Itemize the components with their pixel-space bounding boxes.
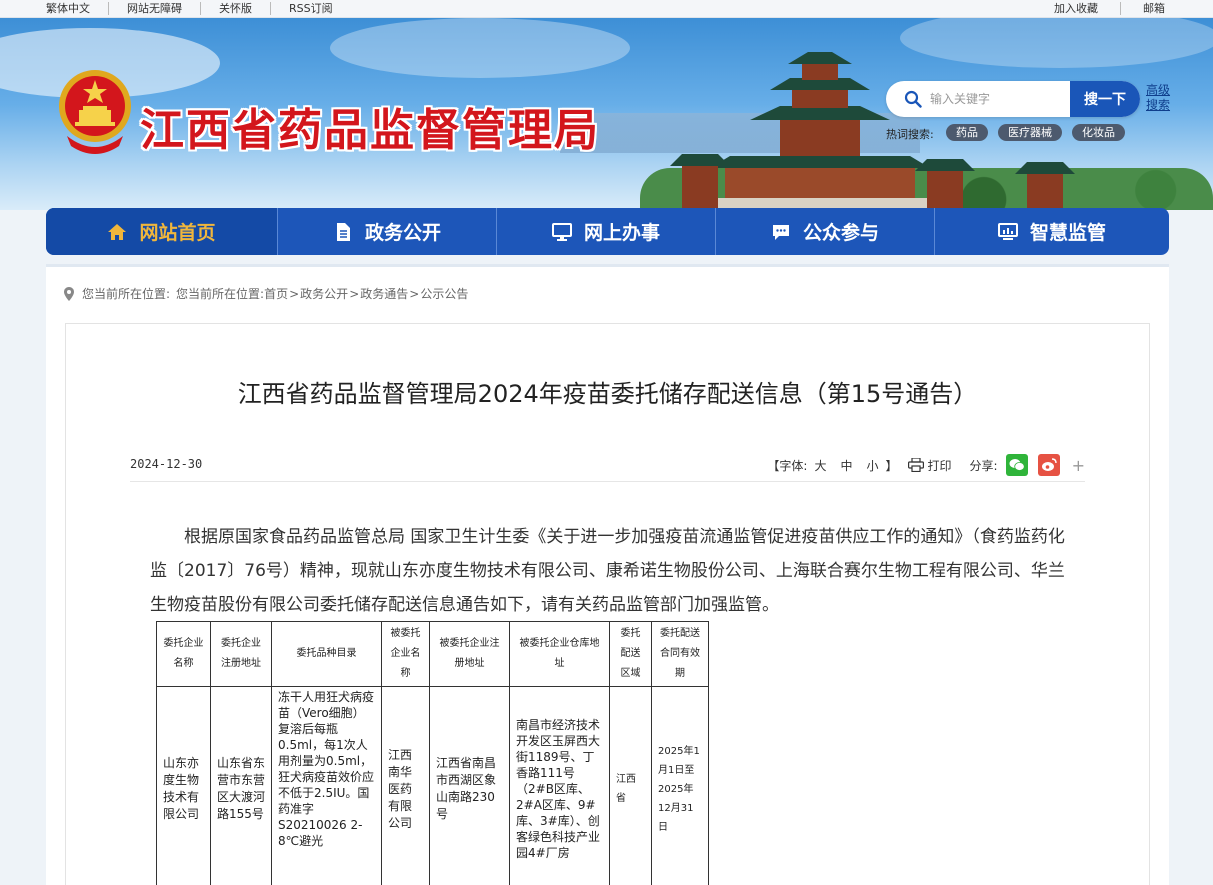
font-size-medium[interactable]: 中 bbox=[840, 457, 852, 474]
wechat-icon bbox=[1009, 459, 1025, 471]
content-area: 您当前所在位置: 您当前所在位置: 首页 > 政务公开 > 政务通告 > 公示公… bbox=[46, 264, 1169, 885]
article-title: 江西省药品监督管理局2024年疫苗委托储存配送信息（第15号通告） bbox=[237, 380, 978, 408]
nav-label: 政务公开 bbox=[364, 222, 441, 244]
top-utility-bar: 繁体中文 网站无障碍 关怀版 RSS订阅 加入收藏 邮箱 bbox=[0, 0, 1213, 18]
home-icon bbox=[108, 223, 127, 240]
nav-label: 网上办事 bbox=[583, 222, 660, 244]
search-button[interactable]: 搜一下 bbox=[1070, 81, 1140, 117]
nav-label: 智慧监管 bbox=[1029, 222, 1106, 244]
search-box: 搜一下 bbox=[886, 81, 1140, 117]
breadcrumb-notices[interactable]: 政务通告 bbox=[360, 285, 408, 302]
font-size-large[interactable]: 大 bbox=[814, 457, 826, 474]
share-label: 分享: bbox=[969, 458, 998, 473]
share-wechat-button[interactable] bbox=[1005, 454, 1028, 476]
font-size-small[interactable]: 小 bbox=[867, 457, 879, 474]
print-icon[interactable] bbox=[907, 458, 924, 472]
info-table: 委托企业名称 委托企业注册地址 委托品种目录 被委托企业名称 被委托企业注册地址… bbox=[156, 621, 709, 885]
table-row: 山东亦度生物技术有限公司 山东省东营市东营区大渡河路155号 冻干人用狂犬病疫苗… bbox=[156, 686, 709, 885]
location-pin-icon bbox=[64, 286, 74, 301]
breadcrumb-separator: > bbox=[289, 286, 300, 301]
table-cell: 江西南华医药有限公司 bbox=[381, 686, 430, 885]
more-share-button[interactable]: + bbox=[1072, 456, 1085, 475]
table-header-cell: 委托配送合同有效期 bbox=[651, 621, 709, 687]
header-banner: 江西省药品监督管理局 搜一下 高级搜索 热词搜索: 药品 医疗器械 化妆品 bbox=[0, 18, 1213, 210]
national-emblem-icon bbox=[59, 70, 131, 154]
breadcrumb-separator: > bbox=[409, 286, 420, 301]
hot-tag-drugs[interactable]: 药品 bbox=[946, 124, 988, 141]
nav-label: 网站首页 bbox=[139, 222, 216, 244]
search-icon bbox=[904, 90, 922, 108]
accessibility-link[interactable]: 网站无障碍 bbox=[127, 2, 201, 15]
print-button[interactable]: 打印 bbox=[928, 457, 952, 474]
breadcrumb-announcements[interactable]: 公示公告 bbox=[420, 285, 468, 302]
table-cell: 2025年1月1日至2025年12月31日 bbox=[651, 686, 709, 885]
breadcrumb-label: 您当前所在位置: bbox=[82, 287, 171, 301]
main-nav: 网站首页 政务公开 网上办事 公众参与 智慧监管 bbox=[46, 208, 1169, 255]
article-meta: 2024-12-30 【字体: 大 中 小 】 打印 分享: + bbox=[130, 450, 1085, 482]
publish-date: 2024-12-30 bbox=[130, 457, 203, 471]
table-header-cell: 被委托企业注册地址 bbox=[429, 621, 510, 687]
table-cell: 山东亦度生物技术有限公司 bbox=[156, 686, 211, 885]
nav-item-public-participation[interactable]: 公众参与 bbox=[716, 208, 935, 255]
hot-tag-cosmetics[interactable]: 化妆品 bbox=[1072, 124, 1125, 141]
breadcrumb-home[interactable]: 首页 bbox=[264, 285, 288, 302]
article-paragraph: 根据原国家食品药品监管总局 国家卫生计生委《关于进一步加强疫苗流通监管促进疫苗供… bbox=[150, 527, 1065, 615]
top-links-right: 加入收藏 邮箱 bbox=[1010, 2, 1165, 15]
table-header-cell: 委托企业注册地址 bbox=[210, 621, 272, 687]
search-input[interactable] bbox=[930, 89, 1060, 109]
table-header-cell: 被委托企业仓库地址 bbox=[509, 621, 610, 687]
nav-item-home[interactable]: 网站首页 bbox=[46, 208, 278, 255]
font-size-label: 【字体: bbox=[767, 458, 808, 473]
table-cell: 江西省南昌市西湖区象山南路230号 bbox=[429, 686, 510, 885]
care-version-link[interactable]: 关怀版 bbox=[219, 2, 271, 15]
weibo-icon bbox=[1041, 458, 1057, 471]
add-favorite-link[interactable]: 加入收藏 bbox=[1032, 2, 1098, 15]
table-cell: 冻干人用狂犬病疫苗（Vero细胞）复溶后每瓶0.5ml，每1次人用剂量为0.5m… bbox=[271, 686, 382, 885]
small-pavilion-illustration bbox=[670, 154, 730, 210]
hot-tag-medical-devices[interactable]: 医疗器械 bbox=[998, 124, 1062, 141]
nav-item-government-affairs[interactable]: 政务公开 bbox=[278, 208, 497, 255]
chat-icon bbox=[772, 224, 789, 240]
table-header-cell: 被委托企业名称 bbox=[381, 621, 430, 687]
mailbox-link[interactable]: 邮箱 bbox=[1120, 2, 1165, 15]
top-links-left: 繁体中文 网站无障碍 关怀版 RSS订阅 bbox=[46, 2, 369, 15]
table-cell: 南昌市经济技术开发区玉屏西大街1189号、丁香路111号（2#B区库、2#A区库… bbox=[509, 686, 610, 885]
article-tools: 【字体: 大 中 小 】 打印 分享: + bbox=[767, 454, 1085, 476]
share-weibo-button[interactable] bbox=[1037, 454, 1060, 476]
advanced-search-link[interactable]: 高级搜索 bbox=[1146, 83, 1170, 113]
nav-item-online-services[interactable]: 网上办事 bbox=[497, 208, 716, 255]
monitor-icon bbox=[551, 222, 572, 241]
breadcrumb-location-label: 您当前所在位置: bbox=[176, 287, 265, 301]
small-pavilion-illustration bbox=[915, 159, 975, 210]
dashboard-icon bbox=[997, 222, 1018, 240]
rss-link[interactable]: RSS订阅 bbox=[289, 2, 351, 15]
table-header-cell: 委托品种目录 bbox=[271, 621, 382, 687]
site-title: 江西省药品监督管理局 bbox=[140, 105, 600, 156]
nav-label: 公众参与 bbox=[802, 222, 879, 244]
table-cell: 山东省东营市东营区大渡河路155号 bbox=[210, 686, 272, 885]
cloud-decoration bbox=[330, 18, 630, 78]
traditional-chinese-link[interactable]: 繁体中文 bbox=[46, 2, 109, 15]
hot-words-list: 药品 医疗器械 化妆品 bbox=[946, 124, 1135, 141]
article: 江西省药品监督管理局2024年疫苗委托储存配送信息（第15号通告） 2024-1… bbox=[65, 323, 1150, 885]
font-size-close: 】 bbox=[885, 458, 898, 473]
breadcrumb-government-affairs[interactable]: 政务公开 bbox=[300, 285, 348, 302]
breadcrumb: 您当前所在位置: 您当前所在位置: 首页 > 政务公开 > 政务通告 > 公示公… bbox=[64, 285, 468, 302]
breadcrumb-separator: > bbox=[349, 286, 360, 301]
table-header-cell: 委托企业名称 bbox=[156, 621, 211, 687]
document-icon bbox=[336, 222, 350, 241]
table-header-row: 委托企业名称 委托企业注册地址 委托品种目录 被委托企业名称 被委托企业注册地址… bbox=[156, 621, 709, 687]
table-cell: 江西省 bbox=[609, 686, 652, 885]
small-pavilion-illustration bbox=[1015, 162, 1075, 210]
table-header-cell: 委托配送区域 bbox=[609, 621, 652, 687]
hot-words-label: 热词搜索: bbox=[886, 128, 934, 141]
cloud-decoration bbox=[900, 18, 1213, 68]
nav-item-smart-supervision[interactable]: 智慧监管 bbox=[935, 208, 1169, 255]
